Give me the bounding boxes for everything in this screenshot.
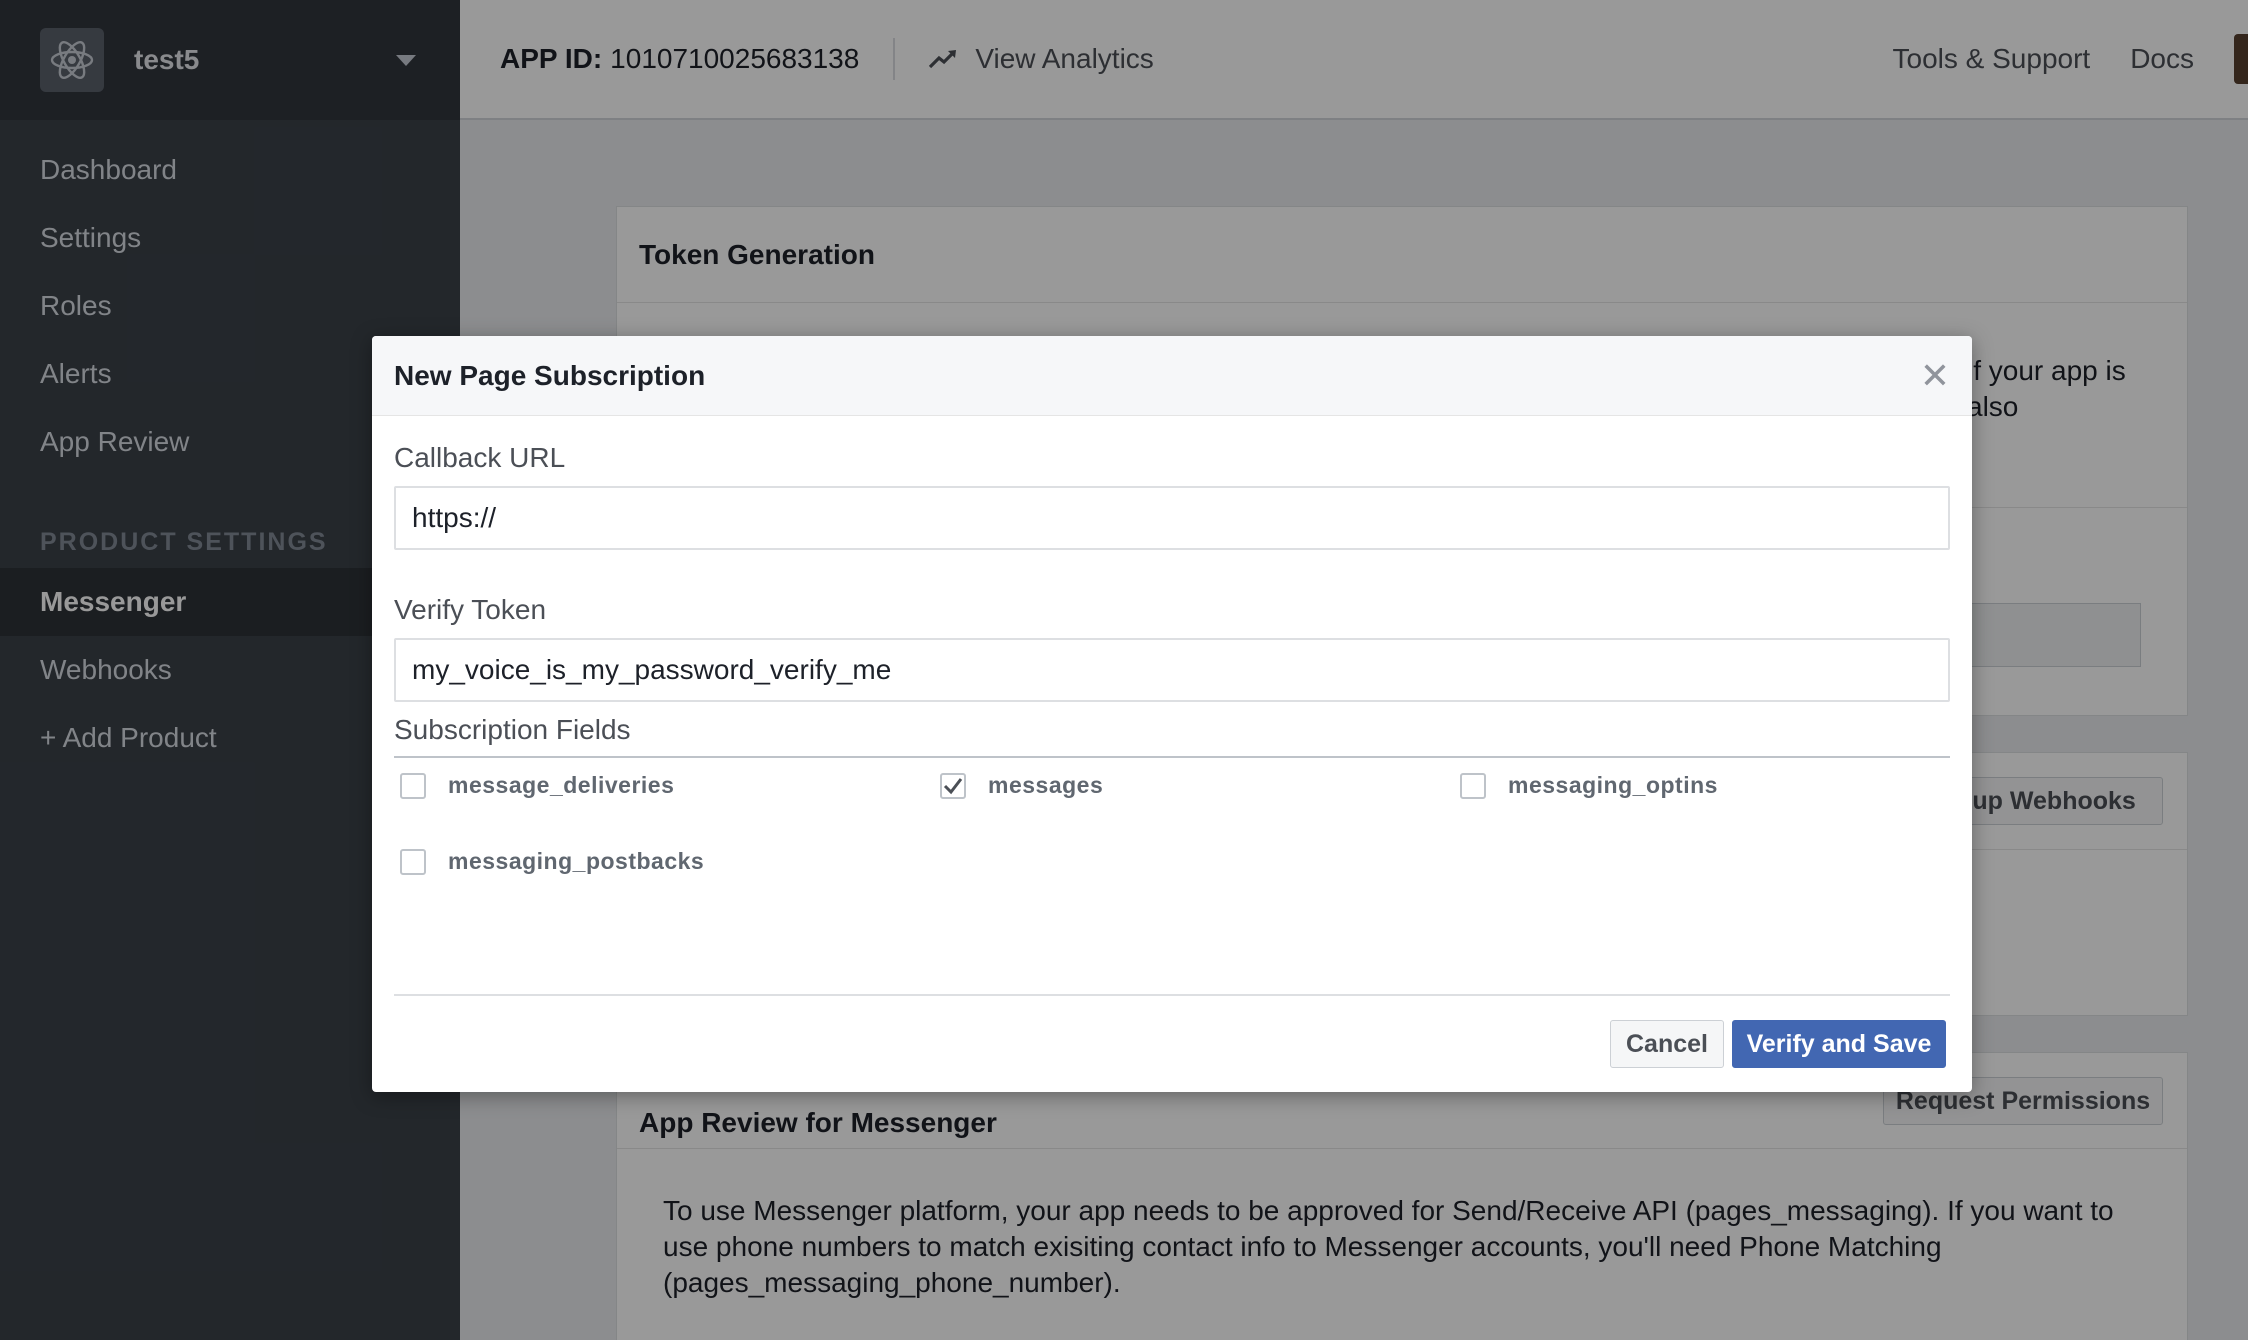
dialog-title: New Page Subscription [394, 359, 706, 391]
verify-token-input[interactable] [394, 638, 1950, 702]
divider [394, 756, 1950, 758]
field-label: messages [988, 772, 1104, 798]
field-messaging-postbacks[interactable]: messaging_postbacks [400, 848, 704, 875]
checkbox-checked[interactable] [940, 772, 966, 799]
close-icon[interactable]: ✕ [1920, 357, 1950, 394]
subscription-fields-label: Subscription Fields [394, 714, 631, 745]
field-label: message_deliveries [448, 772, 675, 798]
callback-url-input[interactable] [394, 486, 1950, 550]
checkbox[interactable] [400, 772, 426, 799]
checkbox[interactable] [1460, 772, 1486, 799]
checkbox[interactable] [400, 848, 426, 875]
verify-token-label: Verify Token [394, 594, 547, 625]
field-message-deliveries[interactable]: message_deliveries [400, 772, 674, 799]
callback-url-label: Callback URL [394, 442, 566, 473]
field-label: messaging_postbacks [448, 848, 705, 874]
verify-and-save-button[interactable]: Verify and Save [1732, 1020, 1946, 1068]
new-page-subscription-dialog: New Page Subscription ✕ Callback URL Ver… [372, 336, 1972, 1092]
field-messaging-optins[interactable]: messaging_optins [1460, 772, 1718, 799]
cancel-button[interactable]: Cancel [1610, 1020, 1724, 1068]
divider [394, 994, 1950, 996]
field-messages[interactable]: messages [940, 772, 1103, 799]
dialog-body: Callback URL Verify Token Subscription F… [372, 416, 1972, 1092]
dialog-header: New Page Subscription ✕ [372, 336, 1972, 416]
checkmark-icon [943, 777, 963, 794]
field-label: messaging_optins [1508, 772, 1718, 798]
